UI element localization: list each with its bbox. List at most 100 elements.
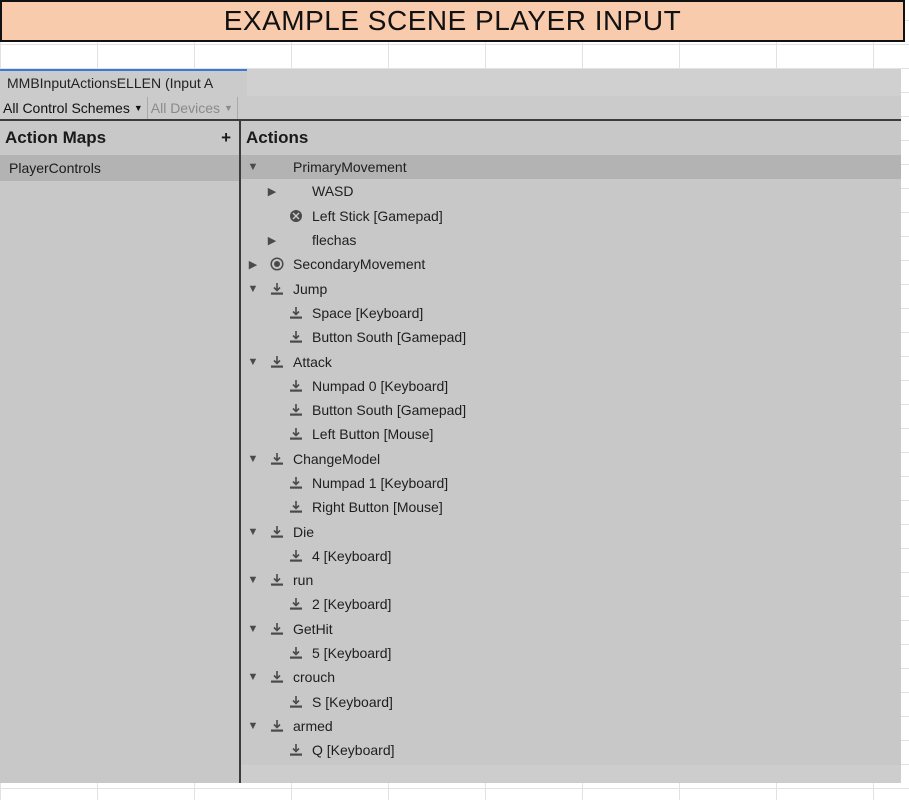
foldout-expanded-icon[interactable]: ▼ [246, 574, 260, 586]
action-row[interactable]: ▼ Jump [241, 276, 901, 300]
devices-label: All Devices [150, 99, 220, 116]
action-label: GetHit [293, 620, 333, 637]
stick-icon [289, 209, 303, 223]
control-schemes-dropdown[interactable]: All Control Schemes ▼ [0, 96, 148, 119]
control-schemes-label: All Control Schemes [3, 99, 130, 116]
binding-label: 5 [Keyboard] [312, 645, 392, 662]
action-label: run [293, 572, 314, 589]
actions-header: Actions [241, 121, 901, 155]
button-icon [289, 476, 303, 490]
actions-tree: ▼ PrimaryMovement ▶ WASD Left Stick [Gamepad… [241, 155, 901, 762]
foldout-collapsed-icon[interactable]: ▶ [265, 234, 279, 247]
binding-label: Numpad 1 [Keyboard] [312, 475, 449, 491]
action-row[interactable]: ▼ run [241, 568, 901, 592]
action-row[interactable]: ▼ armed [241, 714, 901, 738]
button-icon [289, 743, 303, 757]
binding-row[interactable]: Right Button [Mouse] [241, 495, 901, 519]
button-icon [270, 355, 284, 369]
actions-panel-footer [241, 765, 901, 783]
foldout-expanded-icon[interactable]: ▼ [246, 720, 260, 732]
foldout-expanded-icon[interactable]: ▼ [246, 623, 260, 635]
action-label: ChangeModel [293, 450, 381, 467]
toolbar: All Control Schemes ▼ All Devices ▼ [0, 96, 901, 121]
action-map-label: PlayerControls [9, 160, 101, 176]
action-row[interactable]: ▼ Attack [241, 349, 901, 373]
action-row[interactable]: ▼ GetHit [241, 617, 901, 641]
button-icon [289, 379, 303, 393]
action-label: PrimaryMovement [293, 159, 407, 176]
action-maps-header: Action Maps + [0, 121, 239, 155]
binding-row[interactable]: Q [Keyboard] [241, 738, 901, 762]
button-icon [289, 695, 303, 709]
binding-label: Numpad 0 [Keyboard] [312, 377, 449, 394]
button-icon [270, 670, 284, 684]
dropdown-caret-icon: ▼ [133, 102, 143, 113]
binding-row[interactable]: S [Keyboard] [241, 690, 901, 714]
tab-bar: MMBInputActionsELLEN (Input A [0, 69, 901, 96]
binding-label: Q [Keyboard] [312, 742, 395, 759]
binding-label: Space [Keyboard] [312, 304, 424, 321]
devices-dropdown[interactable]: All Devices ▼ [148, 96, 238, 119]
binding-row[interactable]: ▶ WASD [241, 179, 901, 203]
actions-panel: Actions ▼ PrimaryMovement ▶ WASD Left Stick … [241, 121, 901, 783]
button-icon [289, 646, 303, 660]
button-icon [289, 549, 303, 563]
binding-row[interactable]: Left Button [Mouse] [241, 422, 901, 446]
add-action-map-button[interactable]: + [221, 128, 231, 148]
action-row[interactable]: ▼ ChangeModel [241, 447, 901, 471]
binding-label: flechas [312, 232, 357, 249]
action-row[interactable]: ▼ Die [241, 519, 901, 543]
binding-row[interactable]: 4 [Keyboard] [241, 544, 901, 568]
action-label: Attack [293, 353, 332, 370]
page-title: EXAMPLE SCENE PLAYER INPUT [223, 5, 682, 36]
binding-row[interactable]: Space [Keyboard] [241, 301, 901, 325]
binding-label: 4 [Keyboard] [312, 547, 392, 564]
foldout-expanded-icon[interactable]: ▼ [246, 453, 260, 465]
binding-label: 2 [Keyboard] [312, 596, 392, 613]
binding-label: Left Stick [Gamepad] [312, 207, 443, 224]
radio-icon [270, 257, 284, 271]
binding-row[interactable]: Left Stick [Gamepad] [241, 204, 901, 228]
binding-label: Button South [Gamepad] [312, 402, 467, 419]
page-title-banner: EXAMPLE SCENE PLAYER INPUT [0, 0, 905, 42]
foldout-collapsed-icon[interactable]: ▶ [246, 258, 260, 271]
action-maps-title: Action Maps [5, 128, 107, 147]
button-icon [270, 719, 284, 733]
binding-row[interactable]: 5 [Keyboard] [241, 641, 901, 665]
action-row[interactable]: ▼ crouch [241, 665, 901, 689]
button-icon [289, 403, 303, 417]
binding-row[interactable]: Numpad 0 [Keyboard] [241, 374, 901, 398]
binding-row[interactable]: Button South [Gamepad] [241, 398, 901, 422]
button-icon [270, 573, 284, 587]
binding-row[interactable]: Button South [Gamepad] [241, 325, 901, 349]
action-label: Jump [293, 280, 328, 297]
foldout-expanded-icon[interactable]: ▼ [246, 671, 260, 683]
binding-row[interactable]: 2 [Keyboard] [241, 592, 901, 616]
button-icon [289, 427, 303, 441]
action-row[interactable]: ▼ PrimaryMovement [241, 155, 901, 180]
action-map-item[interactable]: PlayerControls [0, 155, 239, 181]
foldout-expanded-icon[interactable]: ▼ [246, 356, 260, 368]
button-icon [289, 597, 303, 611]
foldout-expanded-icon[interactable]: ▼ [246, 161, 260, 173]
button-icon [289, 330, 303, 344]
foldout-expanded-icon[interactable]: ▼ [246, 526, 260, 538]
dropdown-caret-icon: ▼ [224, 102, 233, 113]
button-icon [270, 622, 284, 636]
action-row[interactable]: ▶ SecondaryMovement [241, 252, 901, 276]
foldout-expanded-icon[interactable]: ▼ [246, 283, 260, 295]
binding-row[interactable]: Numpad 1 [Keyboard] [241, 471, 901, 495]
action-label: armed [293, 717, 333, 734]
action-label: SecondaryMovement [293, 256, 426, 273]
button-icon [289, 306, 303, 320]
binding-label: S [Keyboard] [312, 693, 393, 710]
binding-label: Left Button [Mouse] [312, 426, 434, 443]
foldout-collapsed-icon[interactable]: ▶ [265, 185, 279, 198]
binding-row[interactable]: ▶ flechas [241, 228, 901, 252]
binding-label: Button South [Gamepad] [312, 329, 467, 346]
binding-label: Right Button [Mouse] [312, 499, 443, 516]
tab-input-actions-asset[interactable]: MMBInputActionsELLEN (Input A [0, 69, 247, 96]
button-icon [270, 525, 284, 539]
input-actions-editor: MMBInputActionsELLEN (Input A All Contro… [0, 69, 901, 783]
action-label: crouch [293, 669, 336, 686]
